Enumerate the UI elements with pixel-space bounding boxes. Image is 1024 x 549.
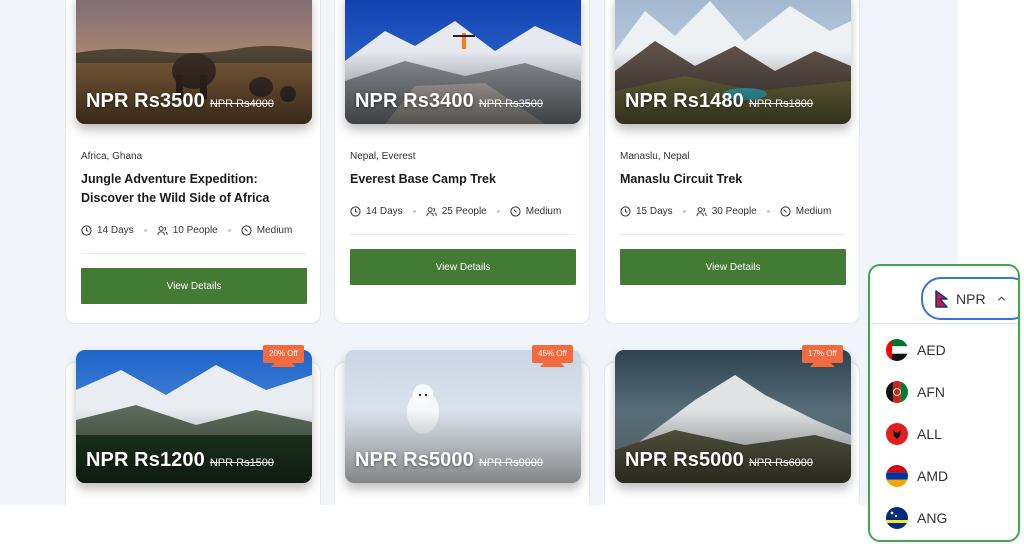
tour-location: Manaslu, Nepal xyxy=(620,151,690,162)
tour-image[interactable]: NPR Rs5000 NPR Rs9000 xyxy=(345,350,581,483)
uae-flag-icon xyxy=(886,339,908,361)
tour-meta: 15 Days 30 People Medium xyxy=(620,206,831,217)
tour-group-size: 30 People xyxy=(711,206,757,217)
currency-code: AMD xyxy=(917,468,949,484)
tour-old-price: NPR Rs1800 xyxy=(748,98,814,110)
tours-listing: NPR Rs3500 NPR Rs4000 Africa, Ghana Jung… xyxy=(0,0,958,505)
tour-meta: 14 Days 25 People Medium xyxy=(350,206,561,217)
discount-badge: 20% Off xyxy=(263,345,304,367)
clock-icon xyxy=(350,206,361,217)
view-details-button[interactable]: View Details xyxy=(620,249,846,285)
card-divider xyxy=(81,253,306,254)
chevron-up-icon xyxy=(997,296,1005,301)
tour-title[interactable]: Manaslu Circuit Trek xyxy=(620,170,845,189)
tour-card: NPR Rs1200 NPR Rs1500 20% Off xyxy=(65,345,321,505)
tour-location: Africa, Ghana xyxy=(81,151,143,162)
discount-badge: 45% Off xyxy=(532,345,573,367)
tour-duration: 14 Days xyxy=(366,206,403,217)
tour-card: NPR Rs1480 NPR Rs1800 Manaslu, Nepal Man… xyxy=(604,0,860,324)
tour-old-price: NPR Rs1500 xyxy=(209,457,275,469)
tour-image[interactable]: NPR Rs3500 NPR Rs4000 xyxy=(76,0,312,124)
tour-price: NPR Rs3400 xyxy=(355,90,474,112)
tour-group-size: 25 People xyxy=(441,206,487,217)
tour-price: NPR Rs1200 xyxy=(86,449,205,471)
view-details-button[interactable]: View Details xyxy=(350,249,576,285)
discount-badge: 17% Off xyxy=(802,345,843,367)
currency-option-amd[interactable]: AMD xyxy=(886,465,948,487)
people-icon xyxy=(157,226,168,236)
currency-option-ang[interactable]: ANG xyxy=(886,507,947,529)
tour-old-price: NPR Rs9000 xyxy=(478,457,544,469)
tour-card: NPR Rs5000 NPR Rs6000 17% Off xyxy=(604,345,860,505)
tour-card: NPR Rs3500 NPR Rs4000 Africa, Ghana Jung… xyxy=(65,0,321,324)
tour-old-price: NPR Rs4000 xyxy=(209,98,275,110)
difficulty-gauge-icon xyxy=(241,225,252,236)
tour-image[interactable]: NPR Rs3400 NPR Rs3500 xyxy=(345,0,581,124)
currency-code: AED xyxy=(917,342,946,358)
people-icon xyxy=(426,207,437,217)
tour-card: NPR Rs5000 NPR Rs9000 45% Off xyxy=(334,345,590,505)
albania-flag-icon xyxy=(886,423,908,445)
tour-difficulty: Medium xyxy=(256,225,293,236)
tour-location: Nepal, Everest xyxy=(350,151,416,162)
difficulty-gauge-icon xyxy=(780,206,791,217)
tour-image[interactable]: NPR Rs1200 NPR Rs1500 xyxy=(76,350,312,483)
people-icon xyxy=(696,207,707,217)
currency-option-afn[interactable]: AFN xyxy=(886,381,945,403)
tour-group-size: 10 People xyxy=(172,225,218,236)
afghanistan-flag-icon xyxy=(886,381,908,403)
nepal-flag-icon xyxy=(935,289,948,308)
tour-card: NPR Rs3400 NPR Rs3500 Nepal, Everest Eve… xyxy=(334,0,590,324)
armenia-flag-icon xyxy=(886,465,908,487)
tour-price: NPR Rs5000 xyxy=(625,449,744,471)
card-divider xyxy=(350,234,575,235)
currency-option-aed[interactable]: AED xyxy=(886,339,946,361)
tour-difficulty: Medium xyxy=(795,206,832,217)
tour-price: NPR Rs5000 xyxy=(355,449,474,471)
currency-selected-label: NPR xyxy=(956,290,986,307)
currency-select[interactable]: NPR xyxy=(921,277,1018,320)
currency-option-all[interactable]: ALL xyxy=(886,423,942,445)
currency-code: ALL xyxy=(917,426,942,442)
card-divider xyxy=(620,234,845,235)
difficulty-gauge-icon xyxy=(510,206,521,217)
tour-duration: 15 Days xyxy=(636,206,673,217)
tour-price: NPR Rs1480 xyxy=(625,90,744,112)
view-details-button[interactable]: View Details xyxy=(81,268,307,304)
clock-icon xyxy=(81,225,92,236)
tour-old-price: NPR Rs3500 xyxy=(478,98,544,110)
tour-difficulty: Medium xyxy=(525,206,562,217)
currency-code: AFN xyxy=(917,384,945,400)
dropdown-divider xyxy=(870,323,1018,324)
currency-code: ANG xyxy=(917,510,948,526)
tour-title[interactable]: Everest Base Camp Trek xyxy=(350,170,575,189)
clock-icon xyxy=(620,206,631,217)
tour-image[interactable]: NPR Rs5000 NPR Rs6000 xyxy=(615,350,851,483)
tour-meta: 14 Days 10 People Medium xyxy=(81,225,292,236)
tour-price: NPR Rs3500 xyxy=(86,90,205,112)
tour-old-price: NPR Rs6000 xyxy=(748,457,814,469)
curacao-flag-icon xyxy=(886,507,908,529)
tour-title[interactable]: Jungle Adventure Expedition: Discover th… xyxy=(81,170,306,208)
tour-duration: 14 Days xyxy=(97,225,134,236)
tour-image[interactable]: NPR Rs1480 NPR Rs1800 xyxy=(615,0,851,124)
currency-dropdown: NPR AED AFN ALL AMD ANG xyxy=(868,264,1020,542)
